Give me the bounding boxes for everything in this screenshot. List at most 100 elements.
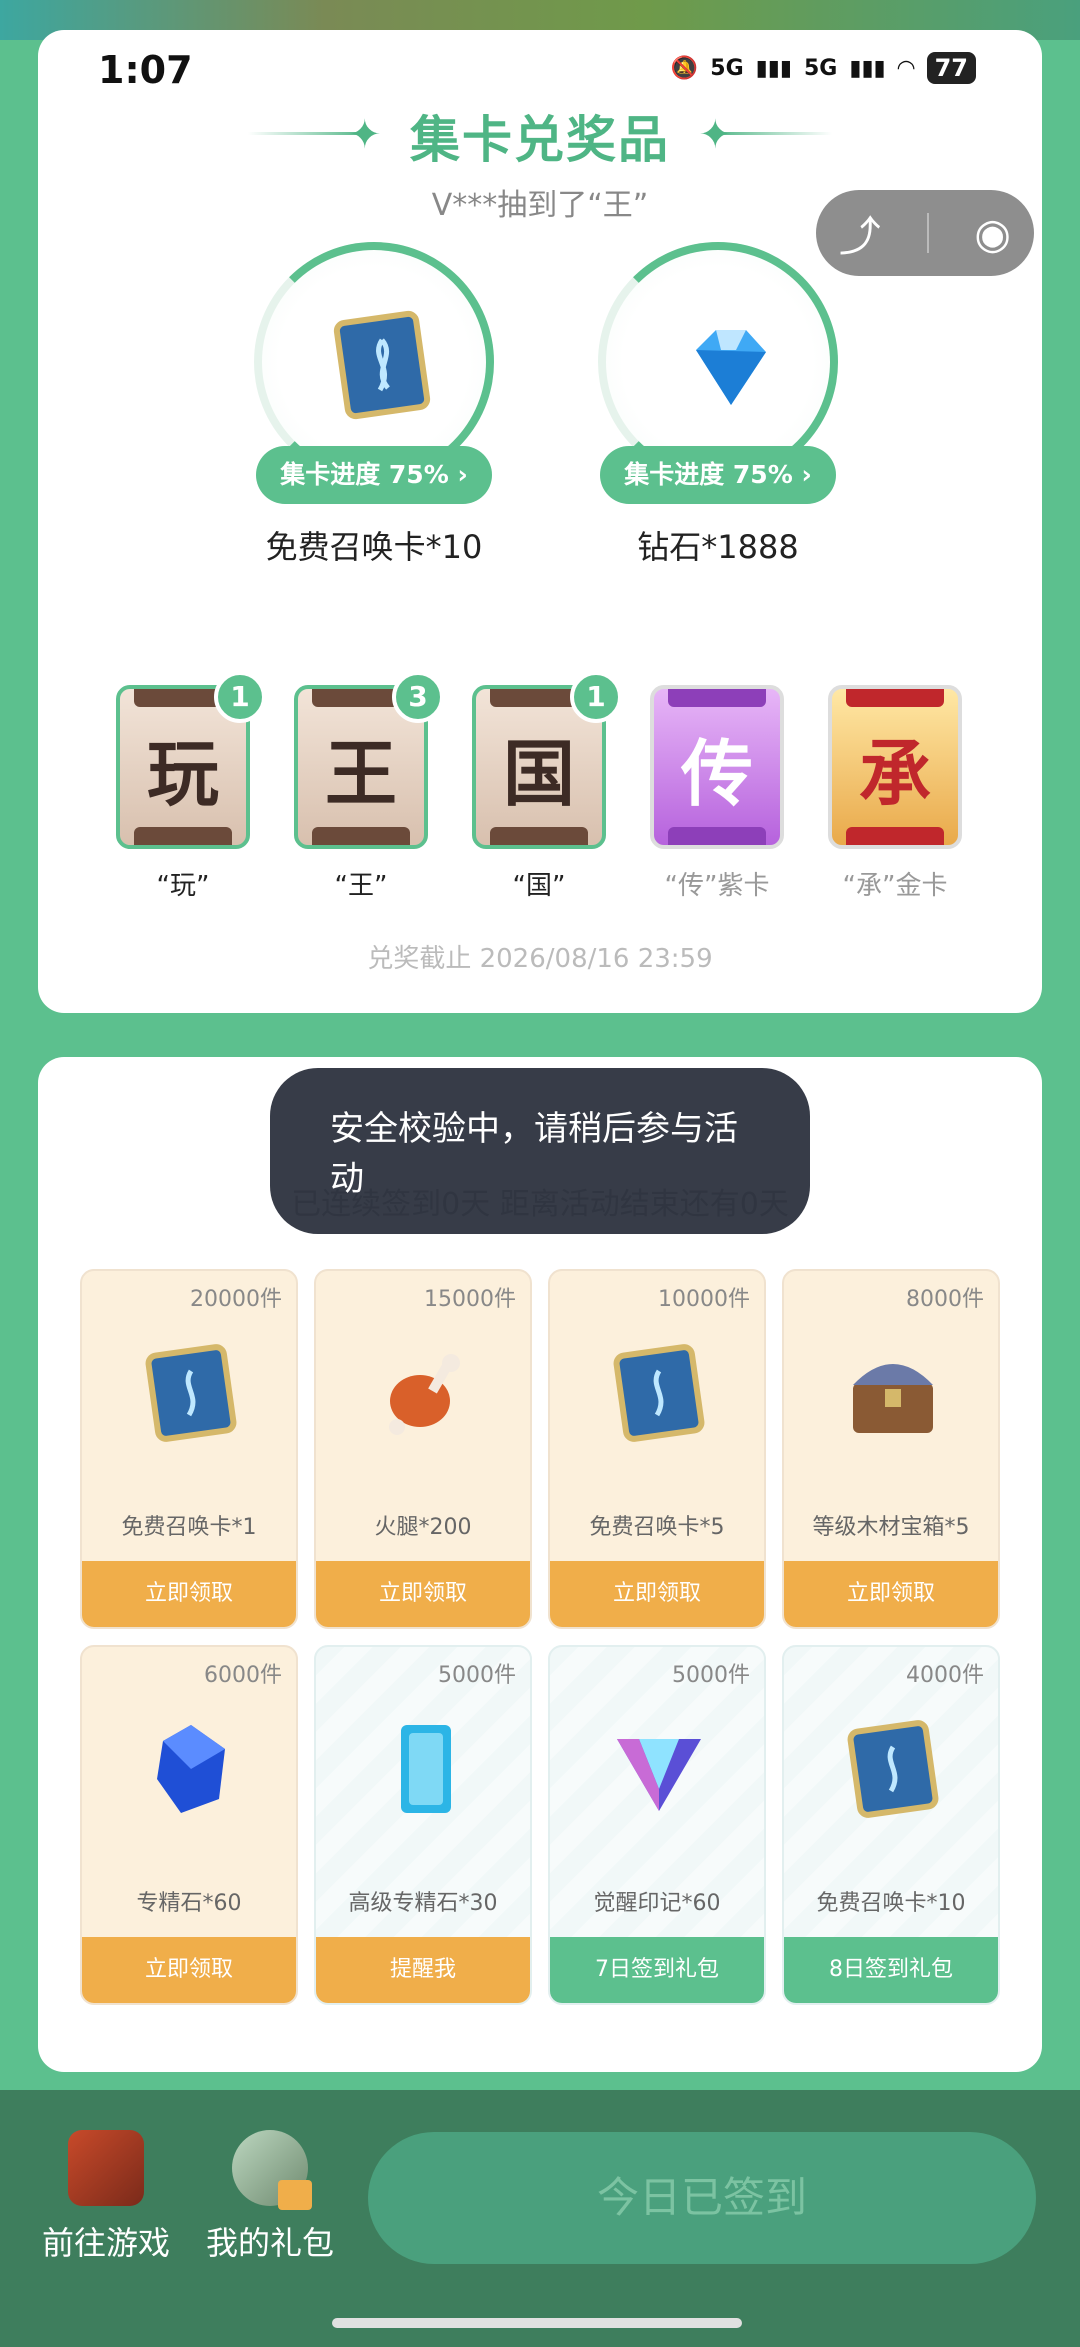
home-indicator[interactable] — [332, 2318, 742, 2328]
sparkle-icon: ✦ — [348, 112, 382, 158]
card-char: 国 — [502, 731, 575, 816]
card-exchange-panel: ✦ 集卡兑奖品 ✦ V***抽到了“王” 集卡进度 75% › 免费召唤卡*10… — [38, 30, 1042, 1013]
status-time: 1:07 — [98, 48, 193, 92]
remind-button[interactable]: 提醒我 — [316, 1937, 530, 2003]
reward-grid: 20000件 免费召唤卡*1 立即领取 15000件 火腿*200 立即领取 1… — [80, 1269, 1000, 2005]
card-wan[interactable]: 玩 1 “玩” — [116, 671, 266, 902]
progress-pill[interactable]: 集卡进度 75% › — [600, 446, 836, 504]
reward-item: 5000件 高级专精石*30 提醒我 — [314, 1645, 532, 2005]
progress-label: 集卡进度 75% — [280, 460, 449, 489]
reward-item: 6000件 专精石*60 立即领取 — [80, 1645, 298, 2005]
blue-gem-icon — [157, 1725, 225, 1813]
card-char: 传 — [680, 731, 753, 816]
capsule-divider — [926, 213, 929, 253]
bottom-action-bar: 前往游戏 我的礼包 今日已签到 — [0, 2090, 1080, 2347]
signin-gift-button[interactable]: 7日签到礼包 — [550, 1937, 764, 2003]
signal-icon: ▮▮▮ — [755, 55, 792, 81]
card-label: “传”紫卡 — [664, 871, 770, 901]
card-label: “玩” — [156, 871, 210, 901]
claim-button[interactable]: 立即领取 — [82, 1937, 296, 2003]
card-cheng-gold[interactable]: 承 “承”金卡 — [828, 685, 962, 902]
reward-name: 免费召唤卡*10 — [816, 1891, 966, 1916]
summon-card-icon — [145, 1344, 237, 1442]
reward-name: 专精石*60 — [136, 1891, 242, 1916]
close-target-icon[interactable]: ◉ — [974, 209, 1011, 258]
card-guo[interactable]: 国 1 “国” — [472, 671, 622, 902]
stock-count: 4000件 — [906, 1663, 984, 1688]
card-label: “国” — [512, 871, 566, 901]
reward-name: 觉醒印记*60 — [593, 1891, 721, 1916]
signin-gift-button[interactable]: 8日签到礼包 — [784, 1937, 998, 2003]
reward-name: 等级木材宝箱*5 — [812, 1515, 970, 1540]
summon-card-icon — [847, 1720, 939, 1818]
progress-pill[interactable]: 集卡进度 75% › — [256, 446, 492, 504]
network-icon-2: 5G — [803, 55, 838, 81]
chevron-right-icon: › — [801, 460, 812, 489]
gift-icon — [232, 2130, 312, 2210]
card-char: 玩 — [146, 731, 219, 816]
claim-button[interactable]: 立即领取 — [82, 1561, 296, 1627]
collected-cards-row: 玩 1 “玩” 王 3 “王” 国 1 “国” 传 “传”紫卡 承 “承”金卡 — [116, 671, 1016, 902]
card-label: “承”金卡 — [842, 871, 948, 901]
battery-indicator: 77 — [926, 52, 976, 84]
page-title: 集卡兑奖品 — [410, 111, 670, 169]
card-image: 传 — [650, 685, 784, 849]
stock-count: 20000件 — [190, 1287, 282, 1312]
card-count-badge: 1 — [570, 671, 622, 723]
chevron-right-icon: › — [457, 460, 468, 489]
wifi-icon: ◠ — [897, 55, 915, 81]
summon-card-icon — [613, 1344, 705, 1442]
prize-name: 钻石*1888 — [637, 528, 799, 566]
reward-item: 5000件 觉醒印记*60 7日签到礼包 — [548, 1645, 766, 2005]
summon-card-icon — [333, 310, 431, 420]
reward-name: 免费召唤卡*1 — [121, 1515, 257, 1540]
claim-button[interactable]: 立即领取 — [550, 1561, 764, 1627]
mute-icon: 🔕 — [670, 55, 699, 81]
exchange-deadline: 兑奖截止 2026/08/16 23:59 — [367, 944, 713, 974]
reward-item: 10000件 免费召唤卡*5 立即领取 — [548, 1269, 766, 1629]
signal-icon-2: ▮▮▮ — [849, 55, 886, 81]
stock-count: 5000件 — [672, 1663, 750, 1688]
share-icon[interactable]: ⤴ — [839, 203, 881, 264]
title-area: ✦ 集卡兑奖品 ✦ — [38, 100, 1042, 172]
card-count-badge: 3 — [392, 671, 444, 723]
reward-name: 高级专精石*30 — [348, 1891, 498, 1916]
prize-diamond[interactable]: 集卡进度 75% › 钻石*1888 — [588, 242, 848, 568]
stock-count: 5000件 — [438, 1663, 516, 1688]
stock-count: 10000件 — [658, 1287, 750, 1312]
reward-item: 8000件 等级木材宝箱*5 立即领取 — [782, 1269, 1000, 1629]
card-count-badge: 1 — [214, 671, 266, 723]
card-image: 承 — [828, 685, 962, 849]
security-check-toast: 安全校验中，请稍后参与活动 — [270, 1068, 810, 1234]
stock-count: 15000件 — [424, 1287, 516, 1312]
mini-program-capsule: ⤴ ◉ — [816, 190, 1034, 276]
status-bar: 1:07 🔕 5G ▮▮▮ 5G ▮▮▮ ◠ 77 — [0, 44, 1080, 104]
status-icons: 🔕 5G ▮▮▮ 5G ▮▮▮ ◠ 77 — [671, 52, 976, 84]
awaken-mark-icon — [617, 1739, 701, 1811]
game-icon — [68, 2130, 144, 2206]
treasure-chest-icon — [853, 1364, 933, 1433]
diamond-icon — [696, 330, 766, 405]
reward-item: 15000件 火腿*200 立即领取 — [314, 1269, 532, 1629]
network-icon-1: 5G — [710, 55, 744, 81]
card-chuan-purple[interactable]: 传 “传”紫卡 — [650, 685, 784, 902]
progress-label: 集卡进度 75% — [624, 460, 793, 489]
claim-button[interactable]: 立即领取 — [316, 1561, 530, 1627]
reward-item: 20000件 免费召唤卡*1 立即领取 — [80, 1269, 298, 1629]
signed-today-button[interactable]: 今日已签到 — [368, 2132, 1036, 2264]
stock-count: 6000件 — [204, 1663, 282, 1688]
claim-button[interactable]: 立即领取 — [784, 1561, 998, 1627]
my-gifts-label: 我的礼包 — [205, 2224, 334, 2262]
prize-summon-card[interactable]: 集卡进度 75% › 免费召唤卡*10 — [244, 242, 504, 568]
prize-name: 免费召唤卡*10 — [265, 528, 483, 566]
my-gifts-button[interactable]: 我的礼包 — [200, 2130, 340, 2264]
sparkle-icon: ✦ — [698, 112, 732, 158]
stock-count: 8000件 — [906, 1287, 984, 1312]
card-wang[interactable]: 王 3 “王” — [294, 671, 444, 902]
go-to-game-button[interactable]: 前往游戏 — [36, 2130, 176, 2264]
go-to-game-label: 前往游戏 — [41, 2224, 170, 2262]
crystal-block-icon — [401, 1725, 451, 1813]
reward-item: 4000件 免费召唤卡*10 8日签到礼包 — [782, 1645, 1000, 2005]
reward-name: 火腿*200 — [374, 1515, 472, 1540]
card-label: “王” — [334, 871, 388, 901]
